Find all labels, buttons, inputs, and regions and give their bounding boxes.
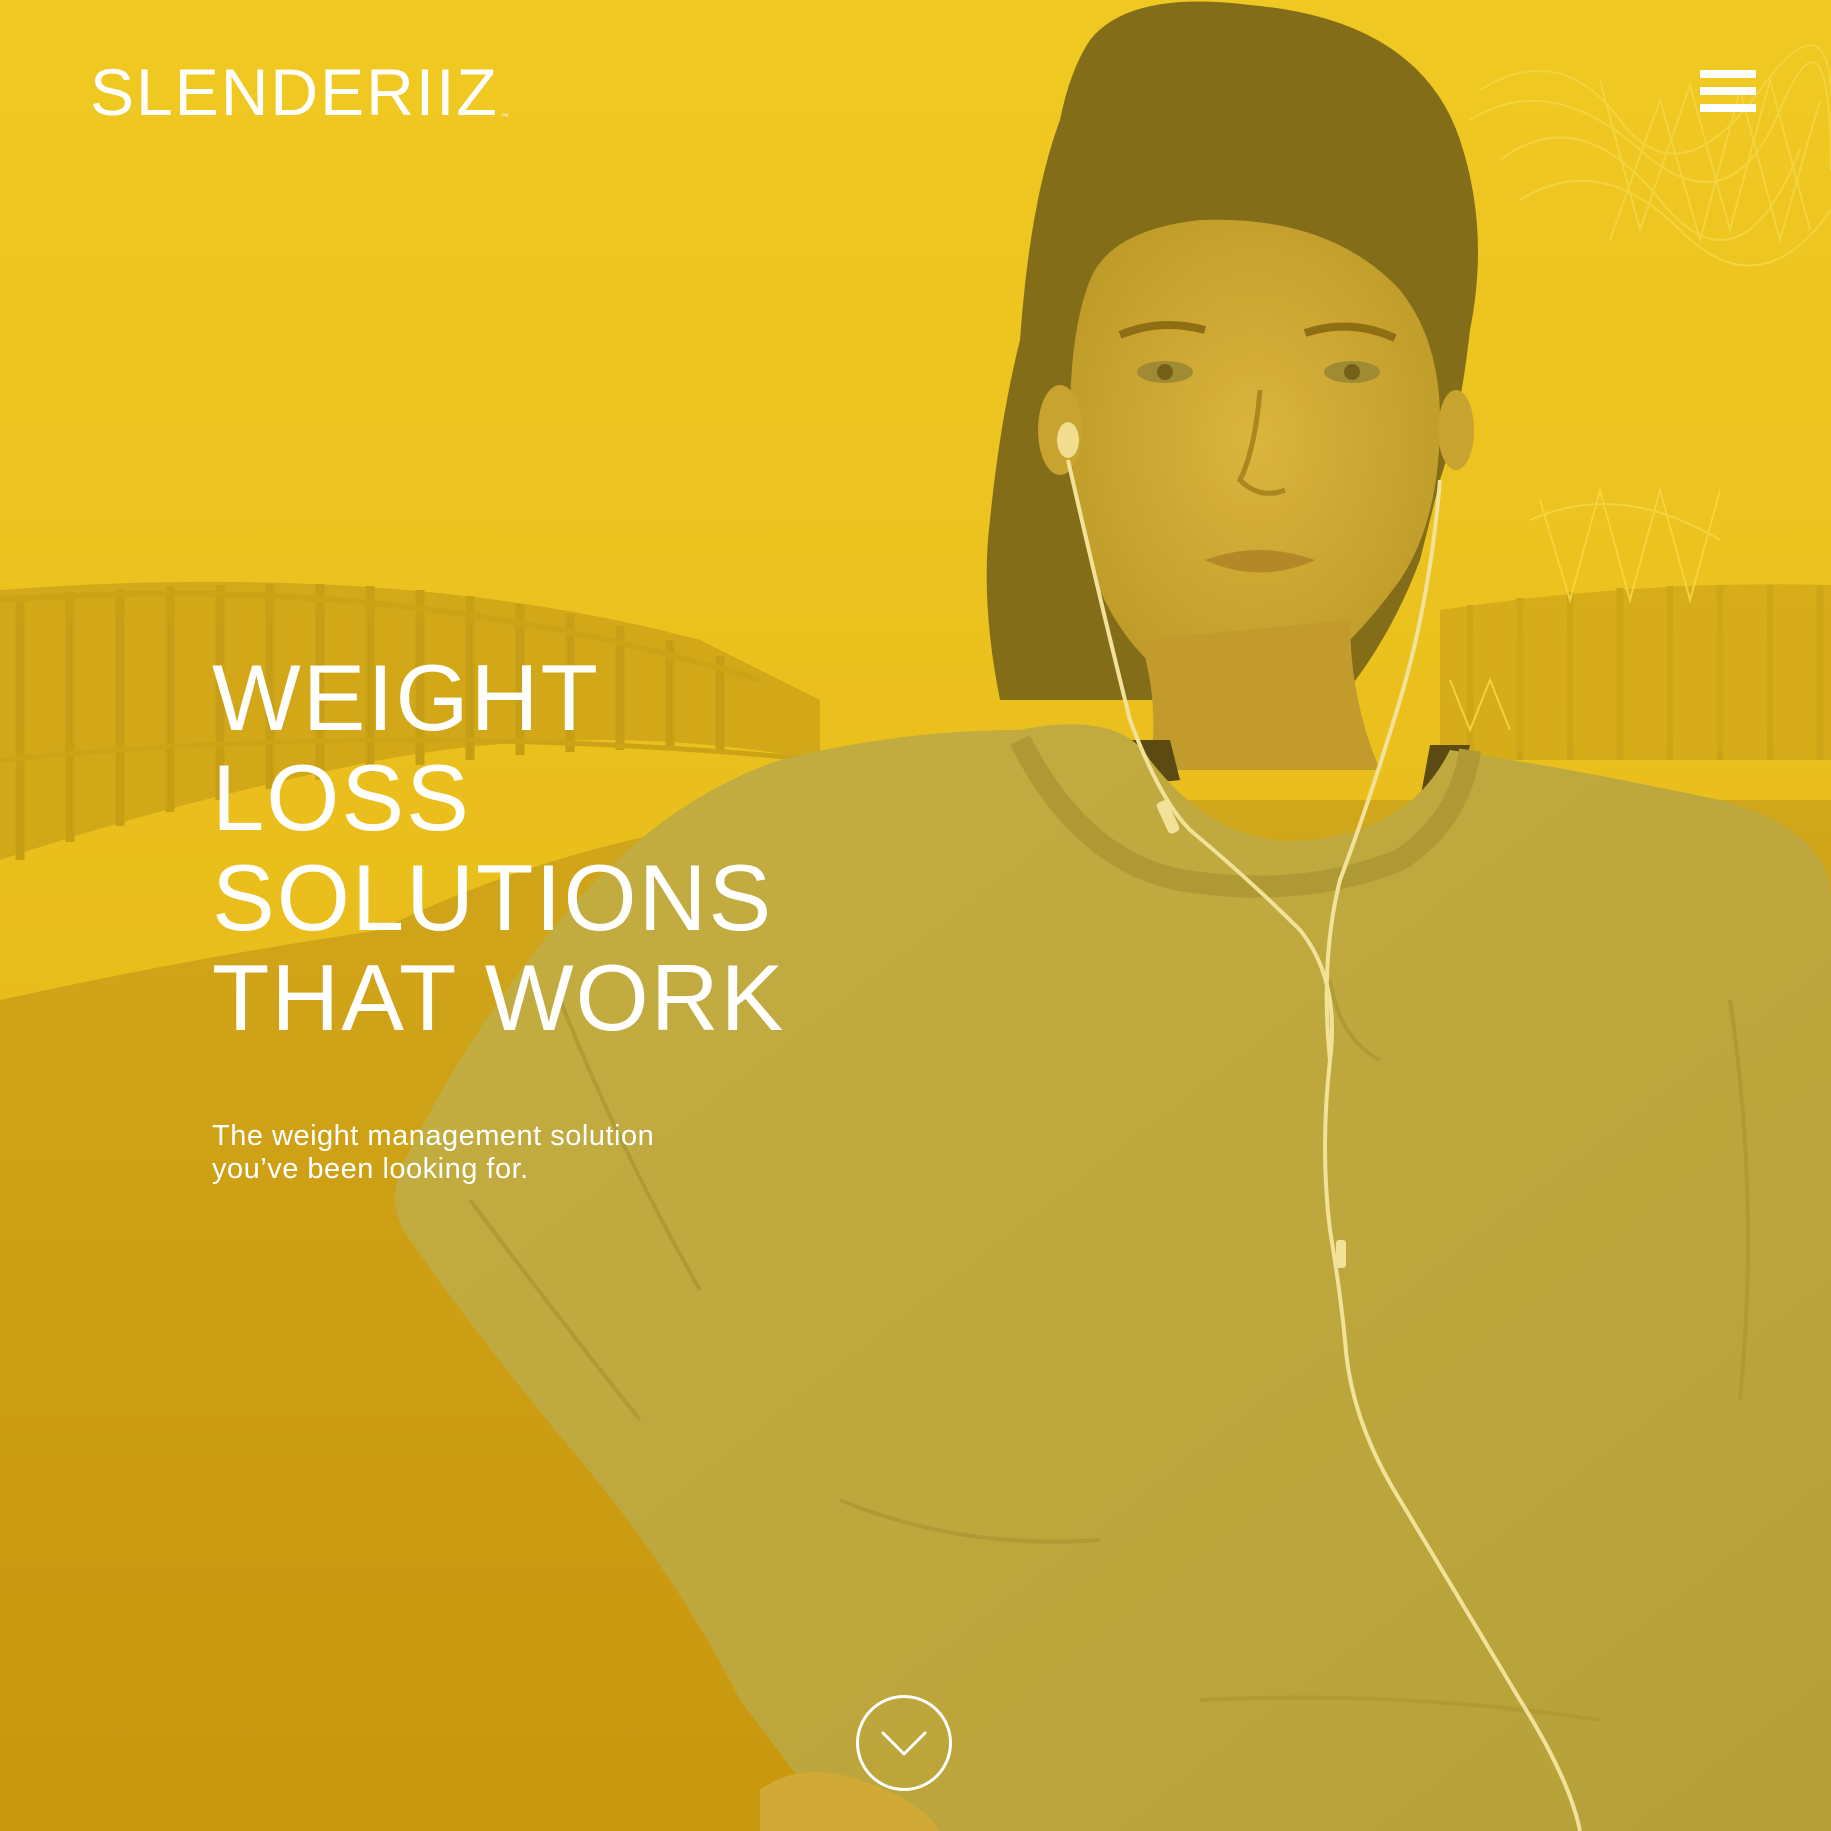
headline-line: WEIGHT bbox=[212, 645, 600, 750]
menu-bar bbox=[1700, 87, 1756, 95]
hero-section: SLENDERIIZ ™ WEIGHT LOSS SOLUTIONS THAT … bbox=[0, 0, 1831, 1831]
hamburger-menu-icon[interactable] bbox=[1697, 66, 1761, 116]
chevron-down-circle-icon bbox=[881, 1731, 927, 1756]
headline-line: THAT WORK bbox=[212, 945, 786, 1050]
headline-line: SOLUTIONS bbox=[212, 845, 774, 950]
menu-bar bbox=[1700, 70, 1756, 78]
hero-subtitle: The weight management solution you’ve be… bbox=[212, 1120, 654, 1186]
hero-headline: WEIGHT LOSS SOLUTIONS THAT WORK bbox=[212, 648, 785, 1048]
menu-bar bbox=[1700, 104, 1756, 112]
subtitle-line: you’ve been looking for. bbox=[212, 1153, 529, 1185]
headline-line: LOSS bbox=[212, 745, 471, 850]
brand-logo[interactable]: SLENDERIIZ ™ bbox=[90, 55, 509, 129]
scroll-down-button[interactable] bbox=[856, 1695, 952, 1791]
subtitle-line: The weight management solution bbox=[212, 1120, 655, 1152]
trademark-mark: ™ bbox=[500, 112, 509, 121]
brand-logo-text: SLENDERIIZ bbox=[90, 55, 499, 129]
